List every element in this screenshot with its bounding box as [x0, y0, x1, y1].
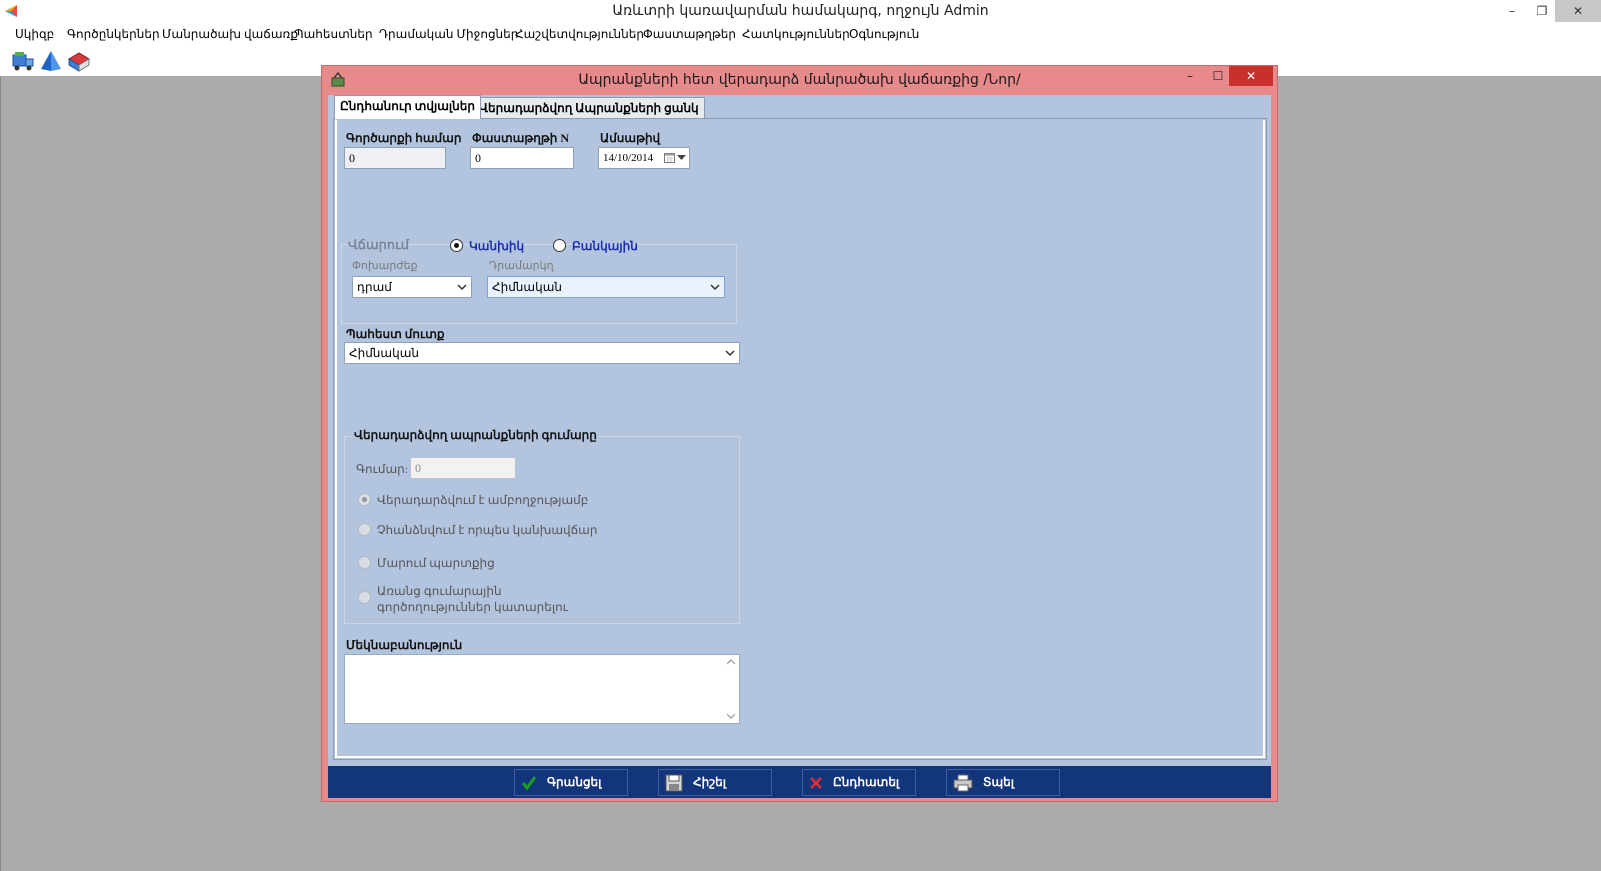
app-title: Առևտրի կառավարման համակարգ, ողջույն Admi…	[612, 3, 989, 19]
dialog-button-bar: Գրանցել Հիշել Ընդհատել Տպել	[328, 766, 1271, 798]
return-dialog: Ապրանքների հետ վերադարձ մանրածախ վաճառքի…	[321, 65, 1278, 802]
payment-bank-label[interactable]: Բանկային	[572, 239, 638, 254]
dialog-title: Ապրանքների հետ վերադարձ մանրածախ վաճառքի…	[578, 72, 1021, 88]
currency-select[interactable]: դրամ	[352, 276, 472, 298]
document-number-label: Փաստաթղթի N	[472, 131, 569, 145]
refund-amount-group-label: Վերադարձվող ապրանքների գումարը	[352, 428, 599, 443]
app-title-bar: Առևտրի կառավարման համակարգ, ողջույն Admi…	[0, 0, 1601, 24]
chevron-down-icon	[710, 284, 720, 291]
refund-debt-radio[interactable]	[358, 556, 371, 569]
payment-label: Վճարում	[348, 237, 410, 252]
refund-prepayment-label[interactable]: Չհանձնվում է որպես կանխավճար	[377, 523, 597, 538]
menu-item-help[interactable]: Օգնություն	[849, 27, 919, 42]
menu-item-retail[interactable]: Մանրածախ վաճառք	[162, 27, 298, 42]
tab-page-general: Գործարքի համար 0 Փաստաթղթի N 0 Ամսաթիվ 1…	[333, 118, 1267, 760]
date-value: 14/10/2014	[603, 152, 654, 164]
floppy-disk-icon	[665, 774, 683, 791]
dialog-title-bar[interactable]: Ապրանքների հետ վերադարձ մանրածախ վաճառքի…	[322, 66, 1277, 95]
refund-full-radio[interactable]	[358, 493, 371, 506]
menu-item-start[interactable]: Սկիզբ	[15, 27, 54, 42]
chevron-down-icon	[457, 284, 467, 291]
truck-icon[interactable]	[11, 49, 35, 73]
dialog-body: Ընդհանուր տվյալներ Վերադարձվող Ապրանքներ…	[328, 95, 1271, 766]
amount-field[interactable]: 0	[410, 457, 516, 479]
book-stack-icon[interactable]	[67, 49, 91, 73]
scroll-up-icon[interactable]	[727, 659, 735, 665]
operation-number-field[interactable]: 0	[344, 147, 446, 169]
menu-item-partners[interactable]: Գործընկերներ	[67, 27, 160, 42]
payment-cash-radio[interactable]	[450, 239, 463, 252]
tab-general-data[interactable]: Ընդհանուր տվյալներ	[334, 95, 481, 119]
refund-none-label-line2[interactable]: գործողություններ կատարելու	[377, 600, 568, 615]
amount-label: Գումար:	[356, 462, 409, 476]
warehouse-label: Պահեստ մուտք	[346, 327, 445, 341]
note-label: Մեկնաբանություն	[346, 638, 463, 652]
menu-bar: Սկիզբ Գործընկերներ Մանրածախ վաճառք Պահես…	[0, 24, 1601, 46]
scroll-down-icon[interactable]	[727, 713, 735, 719]
refund-none-radio[interactable]	[358, 591, 371, 604]
save-button[interactable]: Հիշել	[658, 769, 772, 796]
note-scrollbar[interactable]	[723, 655, 739, 723]
operation-number-label: Գործարքի համար	[346, 131, 462, 145]
tab-returned-goods-list[interactable]: Վերադարձվող Ապրանքների ցանկ	[473, 97, 705, 119]
refund-debt-label[interactable]: Մարում պարտքից	[377, 556, 495, 571]
chevron-down-icon	[725, 350, 735, 357]
red-x-icon	[810, 776, 822, 789]
close-button[interactable]: ✕	[1555, 0, 1601, 22]
printer-icon	[953, 774, 973, 791]
date-label: Ամսաթիվ	[600, 131, 661, 145]
print-button[interactable]: Տպել	[946, 769, 1060, 796]
dialog-minimize-button[interactable]: –	[1176, 66, 1204, 86]
menu-item-warehouses[interactable]: Պահեստներ	[294, 27, 373, 42]
calendar-icon[interactable]	[664, 152, 675, 163]
note-textarea[interactable]	[344, 654, 740, 724]
chevron-down-icon[interactable]	[677, 155, 686, 161]
cancel-button[interactable]: Ընդհատել	[802, 769, 916, 796]
payment-cash-label[interactable]: Կանխիկ	[469, 239, 524, 254]
payment-bank-radio[interactable]	[553, 239, 566, 252]
cashbox-select[interactable]: Հիմնական	[487, 276, 725, 298]
dialog-close-button[interactable]: ✕	[1229, 66, 1273, 86]
refund-prepayment-radio[interactable]	[358, 523, 371, 536]
dialog-maximize-button[interactable]: ☐	[1204, 66, 1232, 86]
menu-item-documents[interactable]: Փաստաթղթեր	[643, 27, 736, 42]
menu-item-properties[interactable]: Հատկություններ	[742, 27, 850, 42]
menu-item-reports[interactable]: Հաշվետվություններ	[515, 27, 644, 42]
currency-label: Փոխարժեք	[352, 260, 418, 272]
menu-item-cash[interactable]: Դրամական Միջոցներ	[379, 27, 518, 42]
cashbox-label: Դրամարկղ	[489, 260, 554, 272]
pyramid-icon[interactable]	[39, 49, 63, 73]
refund-full-label[interactable]: Վերադարձվում է ամբողջությամբ	[377, 493, 588, 508]
checkmark-icon	[521, 775, 537, 790]
register-button[interactable]: Գրանցել	[514, 769, 628, 796]
warehouse-select[interactable]: Հիմնական	[344, 342, 740, 364]
refund-none-label-line1[interactable]: Առանց գումարային	[377, 584, 502, 599]
document-number-field[interactable]: 0	[470, 147, 574, 169]
date-picker[interactable]: 14/10/2014	[598, 147, 690, 169]
